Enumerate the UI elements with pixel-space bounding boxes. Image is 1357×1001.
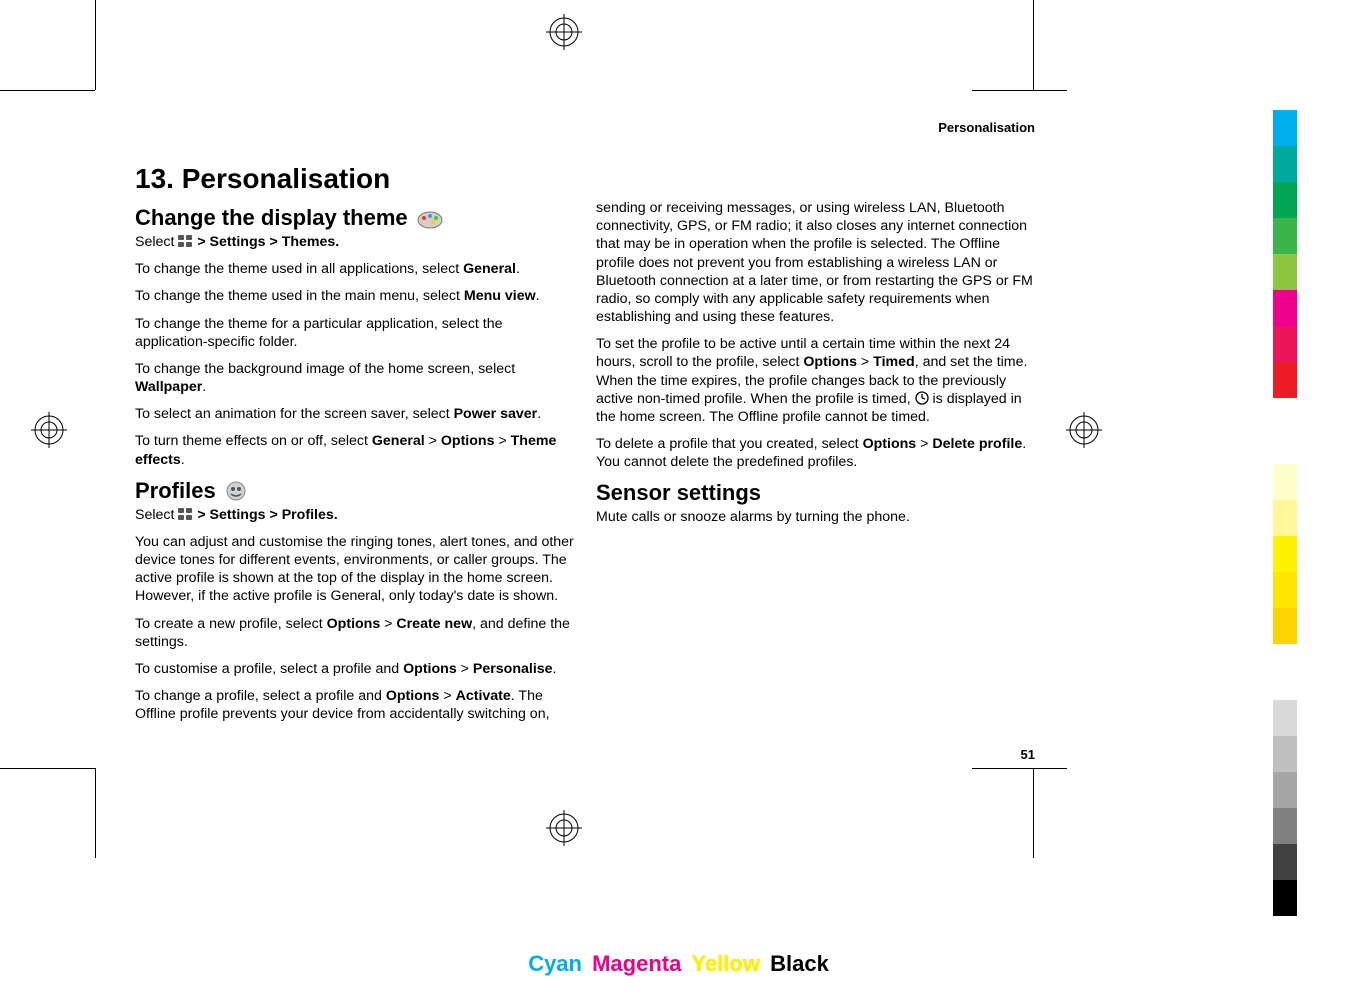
theme-select-line: Select > Settings > Themes. [135,233,574,251]
menu-icon [178,235,193,248]
registration-mark-icon [31,412,67,448]
color-swatch [1273,700,1297,736]
color-swatch-bar-top [1273,110,1297,398]
color-swatch [1273,110,1297,146]
heading-change-theme: Change the display theme [135,205,574,231]
clock-icon [915,391,929,405]
color-swatch [1273,500,1297,536]
profiles-delete: To delete a profile that you created, se… [596,435,1035,471]
footer-yellow: Yellow [691,951,759,976]
crop-mark [1033,0,1034,90]
crop-mark [95,0,96,90]
footer-black: Black [770,951,829,976]
color-swatch [1273,182,1297,218]
heading-profiles: Profiles [135,478,574,504]
crop-mark [1033,768,1034,858]
theme-appfolder: To change the theme for a particular app… [135,315,574,351]
color-swatch [1273,326,1297,362]
theme-general: To change the theme used in all applicat… [135,260,574,278]
color-swatch-bar-mid [1273,464,1297,644]
profiles-customise: To customise a profile, select a profile… [135,660,574,678]
color-swatch [1273,362,1297,398]
color-swatch [1273,290,1297,326]
color-swatch [1273,218,1297,254]
sensor-intro: Mute calls or snooze alarms by turning t… [596,508,1035,526]
color-swatch [1273,808,1297,844]
theme-effects: To turn theme effects on or off, select … [135,432,574,468]
page-number: 51 [1021,747,1035,762]
color-swatch [1273,572,1297,608]
profiles-timed: To set the profile to be active until a … [596,335,1035,426]
profiles-select-line: Select > Settings > Profiles. [135,506,574,524]
color-swatch [1273,772,1297,808]
profiles-intro: You can adjust and customise the ringing… [135,533,574,606]
registration-mark-icon [1066,412,1102,448]
profiles-icon [224,480,248,502]
color-swatch [1273,880,1297,916]
color-swatch [1273,536,1297,572]
footer-color-names: Cyan Magenta Yellow Black [526,951,831,977]
profiles-create: To create a new profile, select Options … [135,615,574,651]
theme-wallpaper: To change the background image of the ho… [135,360,574,396]
color-swatch-bar-bottom [1273,700,1297,916]
theme-menuview: To change the theme used in the main men… [135,287,574,305]
chapter-title: 13. Personalisation [135,163,1035,195]
color-swatch [1273,736,1297,772]
crop-mark [0,90,95,91]
color-swatch [1273,254,1297,290]
color-swatch [1273,608,1297,644]
crop-mark [972,90,1067,91]
color-swatch [1273,464,1297,500]
heading-text: Sensor settings [596,480,761,506]
page-content: Personalisation 13. Personalisation Chan… [135,120,1035,740]
color-swatch [1273,146,1297,182]
crop-mark [0,768,95,769]
theme-powersaver: To select an animation for the screen sa… [135,405,574,423]
crop-mark [95,768,96,858]
palette-icon [416,207,444,229]
crop-mark [972,768,1067,769]
running-head: Personalisation [135,120,1035,135]
menu-icon [178,508,193,521]
color-swatch [1273,844,1297,880]
heading-text: Profiles [135,478,216,504]
heading-sensor: Sensor settings [596,480,1035,506]
body-columns: Change the display theme Select > Settin… [135,199,1035,739]
registration-mark-icon [546,810,582,846]
footer-cyan: Cyan [528,951,582,976]
heading-text: Change the display theme [135,205,408,231]
footer-magenta: Magenta [592,951,681,976]
registration-mark-icon [546,14,582,50]
